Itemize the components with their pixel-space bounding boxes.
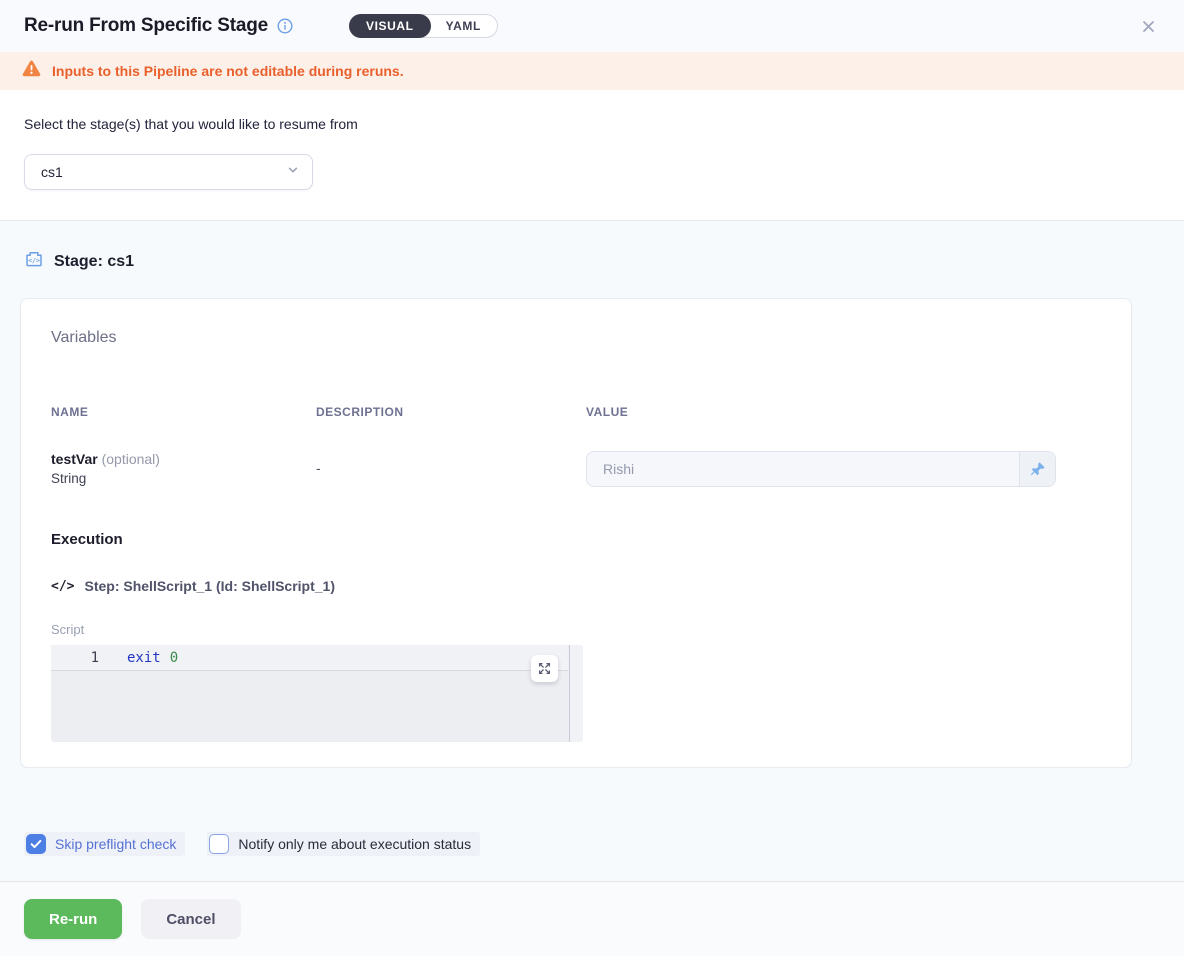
modal-header: Re-run From Specific Stage VISUAL YAML [0, 0, 1184, 52]
close-icon[interactable] [1137, 15, 1160, 38]
expand-icon[interactable] [531, 655, 558, 682]
variable-optional-tag: (optional) [102, 451, 160, 467]
code-line: 1 exit 0 [51, 645, 568, 671]
variable-description: - [316, 451, 586, 476]
code-argument: 0 [170, 650, 178, 666]
skip-preflight-label: Skip preflight check [55, 836, 176, 852]
code-keyword: exit [127, 650, 161, 666]
stage-detail-section: </> Stage: cs1 Variables NAME DESCRIPTIO… [0, 221, 1184, 768]
step-header-row: </> Step: ShellScript_1 (Id: ShellScript… [51, 578, 1101, 594]
script-editor[interactable]: 1 exit 0 [51, 645, 583, 742]
variable-name: testVar [51, 451, 98, 467]
cancel-button[interactable]: Cancel [141, 899, 240, 939]
warning-banner: Inputs to this Pipeline are not editable… [0, 52, 1184, 90]
stage-icon: </> [24, 249, 44, 274]
stage-title: Stage: cs1 [54, 253, 134, 271]
pin-icon[interactable] [1019, 452, 1055, 486]
variable-type: String [51, 471, 316, 486]
stage-select-value: cs1 [41, 164, 63, 180]
footer-actions: Re-run Cancel [0, 882, 1184, 956]
rerun-button[interactable]: Re-run [24, 899, 122, 939]
variables-table-header: NAME DESCRIPTION VALUE [51, 405, 1101, 419]
variable-value-input[interactable] [587, 452, 1019, 486]
variables-heading: Variables [51, 329, 1101, 347]
info-icon[interactable] [277, 18, 293, 34]
stage-select-label: Select the stage(s) that you would like … [24, 116, 1160, 132]
stage-inputs-card: Variables NAME DESCRIPTION VALUE testVar… [20, 298, 1132, 768]
table-row: testVar (optional) String - [51, 451, 1101, 487]
visual-yaml-toggle: VISUAL YAML [349, 14, 498, 38]
step-label: Step: ShellScript_1 (Id: ShellScript_1) [84, 578, 335, 594]
stage-select-section: Select the stage(s) that you would like … [0, 90, 1184, 221]
skip-preflight-checkbox[interactable] [26, 834, 46, 854]
skip-preflight-option[interactable]: Skip preflight check [24, 832, 185, 856]
notify-me-option[interactable]: Notify only me about execution status [207, 832, 480, 856]
execution-heading: Execution [51, 531, 1101, 548]
column-header-name: NAME [51, 405, 316, 419]
variable-name-cell: testVar (optional) String [51, 451, 316, 486]
editor-scrollbar[interactable] [569, 645, 583, 742]
warning-icon [22, 60, 41, 82]
variable-value-group [586, 451, 1056, 487]
toggle-visual[interactable]: VISUAL [349, 14, 431, 38]
column-header-description: DESCRIPTION [316, 405, 586, 419]
run-options-row: Skip preflight check Notify only me abou… [0, 768, 1184, 881]
notify-me-checkbox[interactable] [209, 834, 229, 854]
toggle-yaml[interactable]: YAML [429, 14, 498, 38]
svg-text:</>: </> [28, 256, 40, 264]
line-number: 1 [51, 650, 99, 666]
warning-message: Inputs to this Pipeline are not editable… [52, 63, 404, 79]
column-header-value: VALUE [586, 405, 1056, 419]
chevron-down-icon [286, 163, 300, 182]
page-title: Re-run From Specific Stage [24, 15, 268, 37]
notify-me-label: Notify only me about execution status [238, 836, 471, 852]
script-label: Script [51, 622, 1101, 637]
stage-select-dropdown[interactable]: cs1 [24, 154, 313, 190]
code-icon: </> [51, 579, 74, 594]
stage-header-row: </> Stage: cs1 [20, 249, 1132, 298]
